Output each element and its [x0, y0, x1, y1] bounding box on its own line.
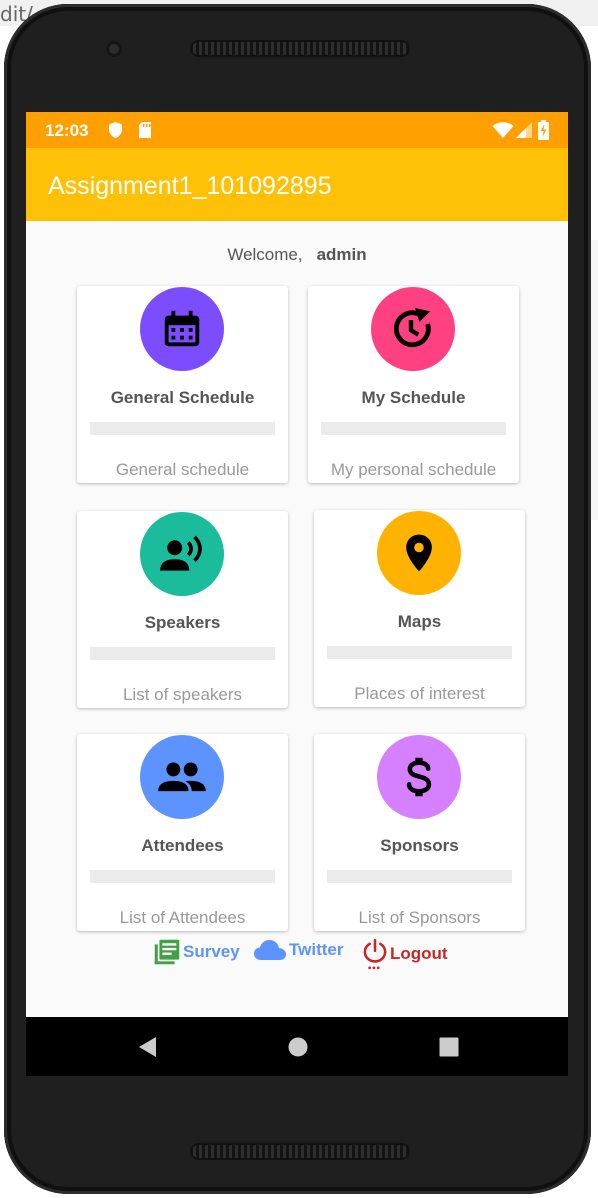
survey-label: Survey — [183, 942, 240, 961]
people-icon — [158, 762, 206, 792]
twitter-link[interactable]: Twitter — [253, 938, 343, 962]
card-divider-bar — [90, 870, 275, 883]
survey-link[interactable]: Survey — [153, 938, 240, 966]
status-time: 12:03 — [45, 121, 89, 140]
dollar-icon — [406, 757, 432, 797]
bottom-speaker-grille — [190, 1143, 410, 1160]
card-title: Maps — [397, 612, 442, 631]
main-content: Welcome, admin General Schedule General … — [26, 221, 568, 1017]
navigation-bar — [26, 1017, 568, 1076]
logout-label: Logout — [390, 944, 448, 963]
status-bar: 12:03 — [26, 112, 568, 148]
schedule-history-icon — [393, 308, 431, 348]
top-speaker-grille — [190, 40, 410, 57]
card-attendees[interactable]: Attendees List of Attendees — [77, 734, 288, 931]
card-general-schedule[interactable]: General Schedule General schedule — [77, 286, 288, 483]
list-icon — [154, 939, 180, 965]
map-pin-icon — [406, 534, 432, 572]
welcome-message: Welcome, admin — [26, 245, 568, 265]
wifi-icon — [492, 122, 514, 138]
card-speakers[interactable]: Speakers List of speakers — [77, 511, 288, 708]
card-title: General Schedule — [110, 388, 255, 407]
maps-icon-circle — [377, 511, 461, 595]
phone-frame: 12:03 Assignment1_101092895 Welcome, adm… — [4, 4, 591, 1194]
card-divider-bar — [327, 870, 512, 883]
card-title: Attendees — [141, 836, 224, 855]
card-divider-bar — [90, 422, 275, 435]
twitter-label: Twitter — [289, 940, 344, 959]
card-subtitle: General schedule — [115, 460, 250, 479]
home-button-icon[interactable] — [287, 1036, 309, 1058]
speaker-icon — [160, 535, 202, 571]
app-title: Assignment1_101092895 — [48, 172, 332, 200]
card-divider-bar — [90, 647, 275, 660]
welcome-username: admin — [316, 245, 367, 264]
device-screen: 12:03 Assignment1_101092895 Welcome, adm… — [26, 112, 568, 1076]
card-subtitle: My personal schedule — [330, 460, 497, 479]
speakers-icon-circle — [140, 512, 224, 596]
card-title: Speakers — [144, 613, 221, 632]
back-button-icon[interactable] — [137, 1036, 159, 1058]
recents-button-icon[interactable] — [438, 1036, 460, 1058]
front-camera — [106, 41, 122, 57]
app-bar: Assignment1_101092895 — [26, 148, 568, 221]
card-title: Sponsors — [380, 836, 459, 855]
card-divider-bar — [321, 422, 506, 435]
card-subtitle: List of speakers — [122, 685, 243, 704]
attendees-icon-circle — [140, 735, 224, 819]
calendar-icon — [164, 310, 200, 347]
card-title: My Schedule — [361, 388, 466, 407]
cloud-icon — [254, 940, 286, 960]
welcome-label: Welcome, — [227, 245, 303, 264]
cell-signal-icon — [516, 122, 532, 138]
card-sponsors[interactable]: Sponsors List of Sponsors — [314, 734, 525, 931]
logout-link[interactable]: Logout — [362, 938, 448, 970]
card-maps[interactable]: Maps Places of interest — [314, 510, 525, 707]
card-divider-bar — [327, 646, 512, 659]
general-schedule-icon-circle — [140, 287, 224, 371]
card-subtitle: Places of interest — [354, 684, 485, 703]
bottom-links: Survey Twitter Logout — [26, 938, 568, 974]
card-my-schedule[interactable]: My Schedule My personal schedule — [308, 286, 519, 483]
shield-icon — [109, 122, 122, 138]
battery-charging-icon — [538, 120, 549, 140]
power-icon — [363, 938, 387, 970]
sd-card-icon — [139, 122, 151, 138]
my-schedule-icon-circle — [371, 287, 455, 371]
sponsors-icon-circle — [377, 735, 461, 819]
card-subtitle: List of Attendees — [119, 908, 246, 927]
card-subtitle: List of Sponsors — [358, 908, 481, 927]
